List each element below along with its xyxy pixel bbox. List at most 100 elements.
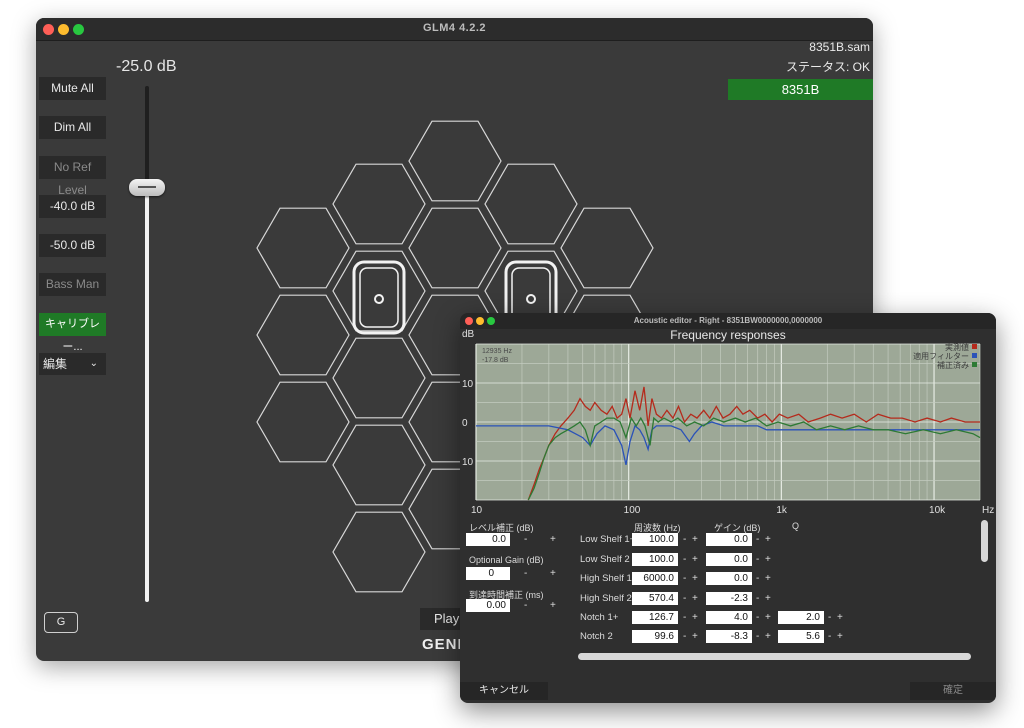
legend-swatch [972, 362, 977, 367]
filter-q-decrement[interactable]: - [828, 611, 831, 624]
optional-gain-increment[interactable]: + [550, 567, 556, 580]
filter-gain-field[interactable]: -8.3 [706, 630, 752, 643]
filter-freq-field[interactable]: 99.6 [632, 630, 678, 643]
level-adjust-decrement[interactable]: - [524, 533, 527, 546]
preset-minus40-button[interactable]: -40.0 dB [39, 195, 106, 218]
dim-all-button[interactable]: Dim All [39, 116, 106, 139]
x-axis-label: Hz [982, 505, 994, 516]
filter-horizontal-scrollbar[interactable] [578, 653, 971, 660]
filter-freq-increment[interactable]: + [692, 611, 698, 624]
filter-gain-decrement[interactable]: - [756, 533, 759, 546]
hex-cell[interactable] [484, 163, 578, 245]
filter-gain-field[interactable]: 4.0 [706, 611, 752, 624]
legend-label: 実測値 [945, 342, 969, 352]
optional-gain-field[interactable]: 0 [466, 567, 510, 580]
filter-gain-decrement[interactable]: - [756, 592, 759, 605]
edit-dropdown-label: 編集 [43, 357, 68, 371]
filter-name: High Shelf 1+ [580, 573, 638, 584]
filter-freq-field[interactable]: 570.4 [632, 592, 678, 605]
filter-freq-field[interactable]: 126.7 [632, 611, 678, 624]
filter-freq-increment[interactable]: + [692, 592, 698, 605]
filter-freq-field[interactable]: 100.0 [632, 533, 678, 546]
filter-freq-decrement[interactable]: - [683, 553, 686, 566]
legend-swatch [972, 344, 977, 349]
filter-freq-field[interactable]: 6000.0 [632, 572, 678, 585]
filter-q-field[interactable]: 5.6 [778, 630, 824, 643]
filter-gain-increment[interactable]: + [765, 533, 771, 546]
delay-decrement[interactable]: - [524, 599, 527, 612]
volume-fader-fill [145, 188, 149, 602]
filter-vertical-scrollbar[interactable] [981, 520, 988, 562]
hex-cell[interactable] [332, 337, 426, 419]
delay-increment[interactable]: + [550, 599, 556, 612]
filter-q-increment[interactable]: + [837, 630, 843, 643]
filter-q-increment[interactable]: + [837, 611, 843, 624]
preset-minus50-button[interactable]: -50.0 dB [39, 234, 106, 257]
filter-freq-decrement[interactable]: - [683, 572, 686, 585]
hex-cell[interactable] [332, 511, 426, 593]
calibration-button[interactable]: キャリブレー... [39, 313, 106, 353]
filter-freq-increment[interactable]: + [692, 553, 698, 566]
mute-all-button[interactable]: Mute All [39, 77, 106, 100]
filter-freq-decrement[interactable]: - [683, 592, 686, 605]
confirm-button[interactable]: 確定 [910, 682, 996, 700]
filter-freq-increment[interactable]: + [692, 630, 698, 643]
filter-gain-decrement[interactable]: - [756, 611, 759, 624]
filter-gain-field[interactable]: 0.0 [706, 553, 752, 566]
hex-cell[interactable] [256, 381, 350, 463]
hex-cell[interactable] [408, 207, 502, 289]
no-ref-level-button[interactable]: No Ref Level [39, 156, 106, 197]
filter-freq-decrement[interactable]: - [683, 533, 686, 546]
filter-gain-increment[interactable]: + [765, 630, 771, 643]
filter-freq-decrement[interactable]: - [683, 630, 686, 643]
edit-dropdown[interactable]: 編集 ⌄ [39, 353, 106, 375]
filter-name: High Shelf 2 [580, 593, 632, 604]
hex-cell[interactable] [408, 120, 502, 202]
filter-gain-decrement[interactable]: - [756, 630, 759, 643]
x-tick-label: 100 [624, 505, 641, 516]
delay-field[interactable]: 0.00 [466, 599, 510, 612]
volume-readout: -25.0 dB [116, 58, 177, 75]
group-g-button[interactable]: G [44, 612, 78, 633]
bass-man-button[interactable]: Bass Man [39, 273, 106, 296]
filter-freq-field[interactable]: 100.0 [632, 553, 678, 566]
filter-q-decrement[interactable]: - [828, 630, 831, 643]
filter-name: Low Shelf 1+ [580, 534, 636, 545]
filter-freq-decrement[interactable]: - [683, 611, 686, 624]
level-adjust-field[interactable]: 0.0 [466, 533, 510, 546]
filter-gain-decrement[interactable]: - [756, 572, 759, 585]
hex-cell[interactable] [560, 207, 654, 289]
status-text: ステータス: OK [785, 60, 870, 74]
frequency-response-chart[interactable]: dB Hz 10 100 1k 10k10010 12935 Hz -17.8 dB … [460, 313, 996, 518]
hex-cell[interactable] [256, 207, 350, 289]
filter-gain-increment[interactable]: + [765, 553, 771, 566]
window-title: GLM4 4.2.2 [422, 22, 487, 34]
filter-gain-increment[interactable]: + [765, 611, 771, 624]
filter-name: Low Shelf 2 [580, 554, 630, 565]
y-tick-label: 0 [462, 418, 468, 429]
filter-freq-increment[interactable]: + [692, 533, 698, 546]
cancel-button[interactable]: キャンセル [460, 682, 548, 700]
legend-swatch [972, 353, 977, 358]
filter-freq-increment[interactable]: + [692, 572, 698, 585]
cursor-freq-readout: 12935 Hz [482, 348, 512, 355]
chevron-down-icon: ⌄ [89, 358, 98, 369]
speaker-left-icon[interactable] [352, 260, 406, 335]
filter-gain-increment[interactable]: + [765, 572, 771, 585]
filter-gain-increment[interactable]: + [765, 592, 771, 605]
hex-cell[interactable] [332, 163, 426, 245]
y-tick-label: 10 [462, 457, 474, 468]
filter-gain-field[interactable]: -2.3 [706, 592, 752, 605]
volume-fader-handle[interactable] [129, 179, 165, 196]
filter-gain-decrement[interactable]: - [756, 553, 759, 566]
device-8351b-button[interactable]: 8351B [728, 79, 873, 100]
filter-q-field[interactable]: 2.0 [778, 611, 824, 624]
hex-cell[interactable] [332, 424, 426, 506]
optional-gain-decrement[interactable]: - [524, 567, 527, 580]
hex-cell[interactable] [256, 294, 350, 376]
filter-gain-field[interactable]: 0.0 [706, 572, 752, 585]
filter-name: Notch 1+ [580, 612, 619, 623]
level-adjust-increment[interactable]: + [550, 533, 556, 546]
y-axis-label: dB [462, 329, 475, 340]
filter-gain-field[interactable]: 0.0 [706, 533, 752, 546]
